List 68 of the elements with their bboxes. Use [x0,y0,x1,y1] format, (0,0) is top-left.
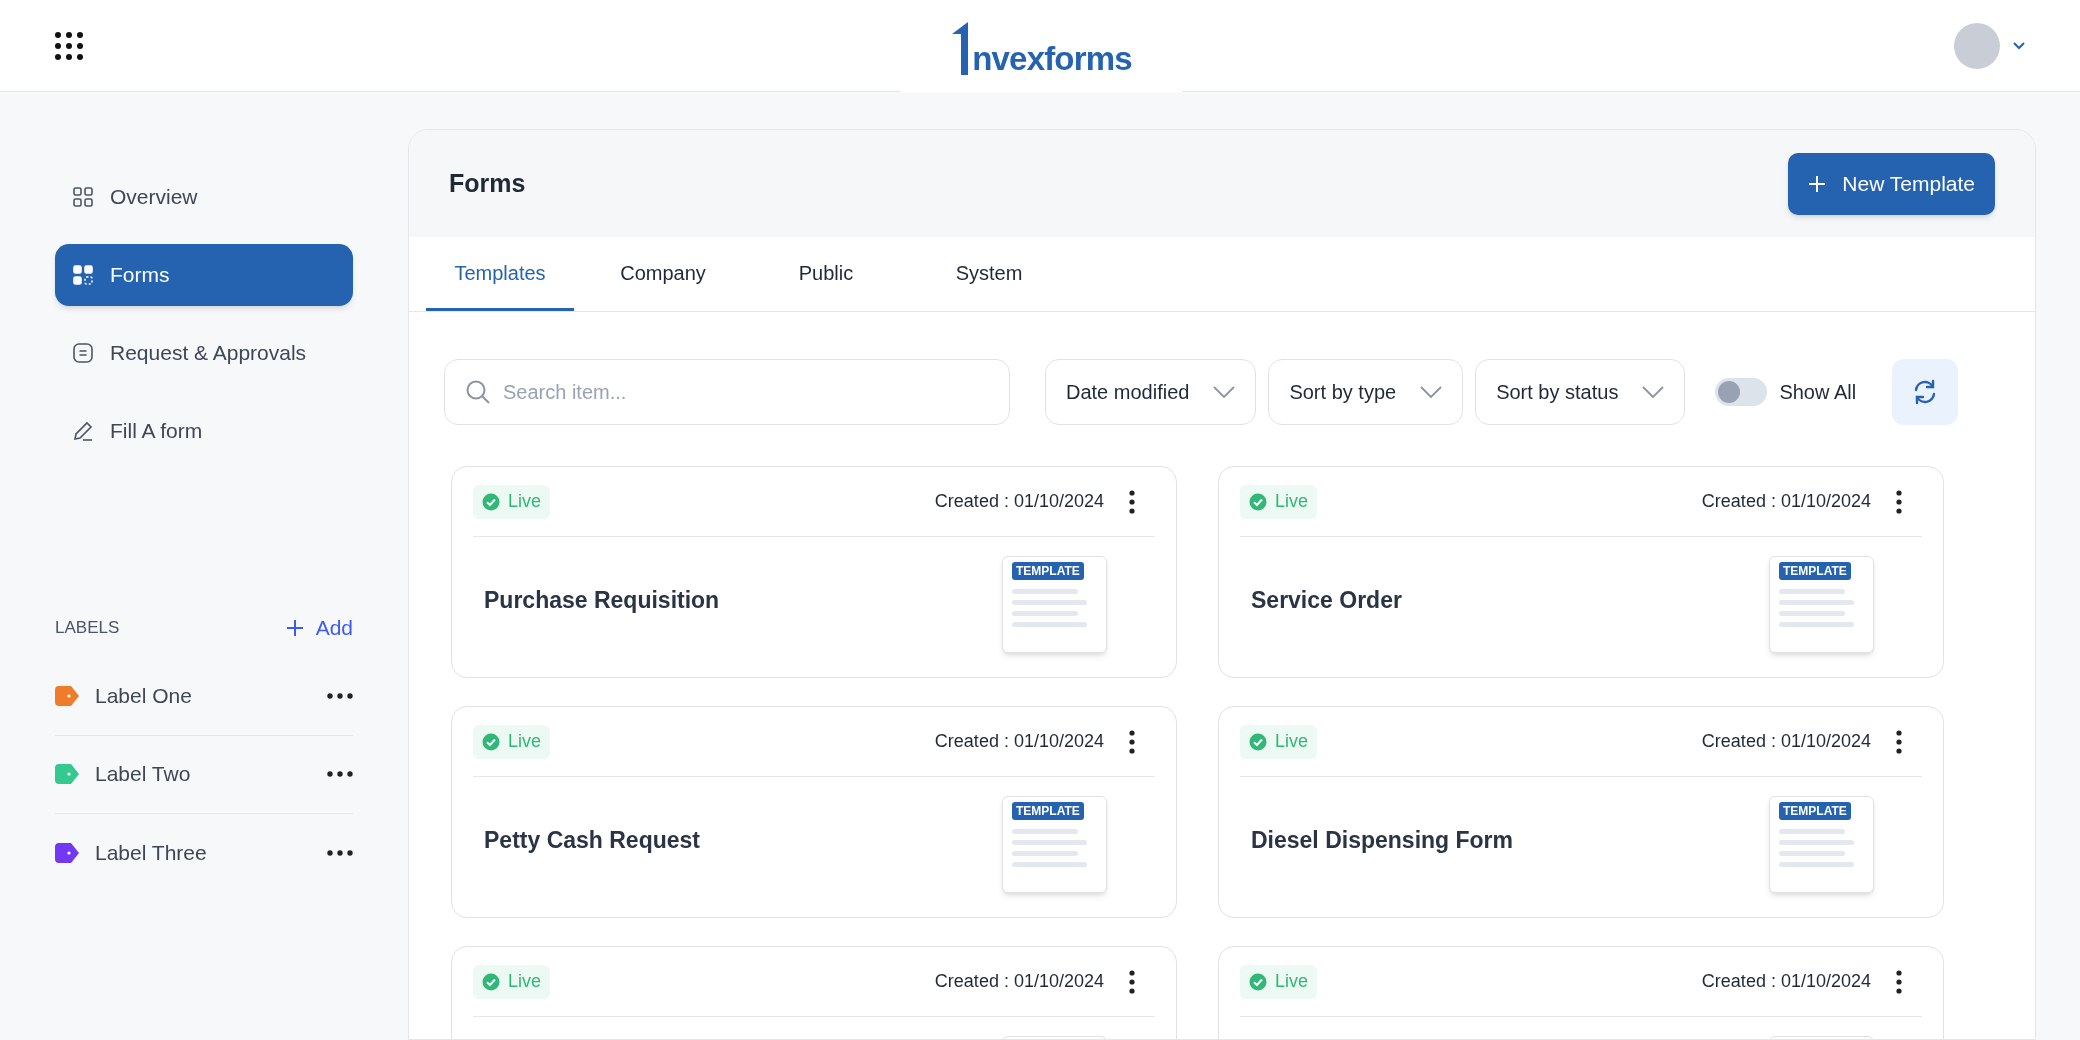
sort-dropdown[interactable]: Date modified [1045,359,1257,425]
status-badge: Live [473,484,551,519]
label-name: Label One [95,683,193,710]
nav-item[interactable]: Forms [55,244,353,306]
template-badge: TEMPLATE [1779,562,1851,580]
grid-icon [72,186,94,208]
label-name: Label Two [95,761,192,788]
list-icon [72,342,94,364]
refresh-button[interactable] [1892,359,1959,425]
created-date: Created : 01/10/2024 [934,970,1104,993]
search-icon [465,379,491,405]
status-badge: Live [1240,724,1318,759]
search-field[interactable]: Search item... [444,359,1010,425]
nav-item[interactable]: Overview [55,166,353,228]
status-badge: Live [1240,964,1318,999]
chevron-down-icon [1213,386,1236,398]
label-item[interactable]: Label One [55,657,353,736]
show-all-label: Show All [1779,380,1857,405]
plus-icon [1808,174,1827,193]
labels-heading: LABELS [55,617,120,639]
plus-icon [285,618,304,637]
nav-item[interactable]: Request & Approvals [55,322,353,384]
form-title: Service Order [1251,586,1402,615]
form-card[interactable]: Live Created : 01/10/2024 Petty Cash Request TEMPLATE [451,706,1177,918]
tab[interactable]: Company [589,237,737,311]
tab[interactable]: System [915,237,1063,311]
search-input[interactable]: Search item... [503,377,989,407]
more-icon[interactable] [327,771,353,777]
grid-icon [72,264,94,286]
form-card[interactable]: Live Created : 01/10/2024 [451,946,1177,1039]
add-label-button[interactable]: Add [285,612,353,644]
form-card[interactable]: Live Created : 01/10/2024 Diesel Dispensing Form TEMPLATE [1218,706,1944,918]
created-date: Created : 01/10/2024 [1701,970,1871,993]
created-date: Created : 01/10/2024 [1701,730,1871,753]
form-card[interactable]: Live Created : 01/10/2024 Purchase Requisition TEMPLATE [451,466,1177,678]
label-item[interactable]: Label Two [55,735,353,814]
new-template-button[interactable]: New Template [1788,152,1995,215]
created-date: Created : 01/10/2024 [934,490,1104,513]
nav-item[interactable]: Fill A form [55,400,353,462]
template-badge: TEMPLATE [1779,802,1851,820]
chevron-down-icon[interactable] [2012,40,2026,51]
label-name: Label Three [95,839,208,866]
form-card[interactable]: Live Created : 01/10/2024 Service Order TEMPLATE [1218,466,1944,678]
chevron-down-icon [1642,386,1665,398]
more-icon[interactable] [327,849,353,856]
pen-icon [72,420,94,442]
sort-dropdown[interactable]: Sort by type [1268,359,1464,425]
template-badge: TEMPLATE [1012,562,1084,580]
show-all-toggle[interactable] [1715,378,1768,406]
more-icon[interactable] [327,693,353,699]
tab[interactable]: Public [752,237,900,311]
chevron-down-icon [1420,386,1443,398]
form-card[interactable]: Live Created : 01/10/2024 [1218,946,1944,1039]
form-title: Diesel Dispensing Form [1251,826,1513,855]
form-title: Purchase Requisition [484,586,720,615]
status-badge: Live [1240,484,1318,519]
form-title: Petty Cash Request [484,826,700,855]
tab[interactable]: Templates [426,237,574,311]
template-badge: TEMPLATE [1012,802,1084,820]
created-date: Created : 01/10/2024 [1701,490,1871,513]
page-title: Forms [449,167,526,199]
apps-grid-icon[interactable] [54,30,84,61]
logo-text: nvexforms [972,42,1132,75]
sort-dropdown[interactable]: Sort by status [1475,359,1686,425]
status-badge: Live [473,724,551,759]
label-item[interactable]: Label Three [55,813,353,892]
status-badge: Live [473,964,551,999]
created-date: Created : 01/10/2024 [934,730,1104,753]
